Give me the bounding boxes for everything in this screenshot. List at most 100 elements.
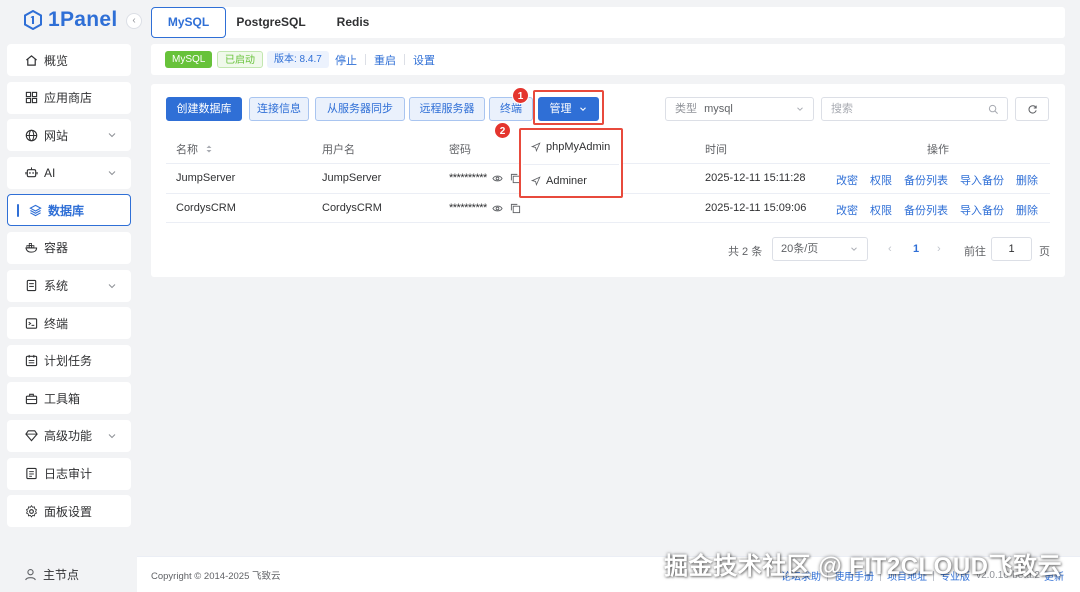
import-backup-button[interactable]: 导入备份 [960, 172, 1004, 188]
table-cell-user: JumpServer [322, 172, 382, 184]
type-filter-select[interactable]: 类型 mysql [665, 97, 814, 121]
goto-page-input[interactable]: 1 [991, 237, 1032, 261]
connection-info-button[interactable]: 连接信息 [249, 97, 309, 121]
column-header-name[interactable]: 名称 [176, 141, 213, 157]
log-icon [24, 467, 38, 481]
sidebar-item-advanced[interactable]: 高级功能 [7, 419, 131, 452]
chevron-down-icon [108, 133, 116, 138]
remote-server-button[interactable]: 远程服务器 [409, 97, 485, 121]
app-name-badge: MySQL [165, 51, 213, 68]
node-label: 主节点 [43, 568, 80, 582]
search-input[interactable]: 搜索 [821, 97, 1008, 121]
delete-button[interactable]: 删除 [1016, 202, 1038, 218]
sync-from-server-button[interactable]: 从服务器同步 [315, 97, 405, 121]
terminal-icon [24, 316, 38, 330]
sidebar-item-label: AI [44, 165, 56, 180]
column-header-password: 密码 [449, 144, 471, 156]
change-password-button[interactable]: 改密 [836, 172, 858, 188]
sidebar-item-label: 系统 [44, 279, 69, 294]
server-icon [24, 279, 38, 293]
table-cell-user: CordysCRM [322, 202, 382, 214]
prev-page-button[interactable]: ‹ [888, 243, 892, 255]
sidebar-item-container[interactable]: 容器 [7, 231, 131, 264]
sidebar-item-database[interactable]: 数据库 [7, 194, 131, 227]
chevron-down-icon [108, 170, 116, 176]
sidebar-menu: 概览 应用商店 网站 AI 数据库 容器 系统 终端 计划任务 工具箱 高级功能… [7, 44, 131, 533]
table-cell-time: 2025-12-11 15:09:06 [705, 202, 807, 214]
step-marker-1: 1 [512, 87, 529, 104]
divider [404, 54, 405, 65]
sidebar-item-label: 应用商店 [44, 91, 93, 106]
table-cell-name: JumpServer [176, 172, 236, 184]
chevron-down-icon [851, 247, 857, 251]
sidebar-item-terminal[interactable]: 终端 [7, 307, 131, 340]
divider [365, 54, 366, 65]
toolbox-icon [24, 391, 38, 405]
permissions-button[interactable]: 权限 [870, 202, 892, 218]
sidebar-item-label: 日志审计 [44, 467, 93, 482]
column-header-label: 名称 [176, 144, 198, 156]
column-header-time: 时间 [705, 144, 727, 156]
collapse-sidebar-button[interactable]: ‹ [126, 13, 142, 29]
goto-label: 前往 [964, 246, 986, 258]
sidebar-item-overview[interactable]: 概览 [7, 44, 131, 76]
calendar-icon [24, 354, 38, 368]
sidebar-item-system[interactable]: 系统 [7, 269, 131, 302]
watermark: 掘金技术社区 @ FIT2CLOUD飞致云 [664, 553, 1062, 580]
table-cell-time: 2025-12-11 15:11:28 [705, 172, 806, 184]
menu-item-label: Adminer [546, 175, 587, 187]
node-switcher[interactable]: 主节点 [24, 566, 79, 583]
sidebar-item-toolbox[interactable]: 工具箱 [7, 382, 131, 415]
eye-icon[interactable] [492, 203, 503, 214]
sidebar-item-audit-log[interactable]: 日志审计 [7, 457, 131, 490]
create-database-button[interactable]: 创建数据库 [166, 97, 242, 121]
menu-item-label: phpMyAdmin [546, 141, 611, 153]
change-password-button[interactable]: 改密 [836, 202, 858, 218]
manage-dropdown-menu: phpMyAdmin Adminer [519, 128, 623, 198]
stop-button[interactable]: 停止 [335, 52, 357, 68]
tab-mysql[interactable]: MySQL [151, 7, 226, 38]
sidebar-item-app-store[interactable]: 应用商店 [7, 81, 131, 114]
chevron-down-icon [108, 434, 116, 439]
tab-redis[interactable]: Redis [326, 7, 380, 38]
sidebar-item-website[interactable]: 网站 [7, 119, 131, 152]
sidebar-item-label: 高级功能 [44, 429, 93, 444]
app-status-bar: MySQL 已启动 版本: 8.4.7 停止 重启 设置 [151, 44, 1065, 75]
sidebar-item-label: 容器 [44, 241, 69, 256]
type-filter-value: mysql [704, 103, 733, 115]
home-icon [24, 53, 38, 67]
docker-icon [24, 241, 38, 255]
user-icon [25, 569, 36, 581]
delete-button[interactable]: 删除 [1016, 172, 1038, 188]
backup-list-button[interactable]: 备份列表 [904, 172, 948, 188]
sidebar-item-label: 工具箱 [44, 391, 81, 406]
refresh-button[interactable] [1015, 97, 1049, 121]
page-size-select[interactable]: 20条/页 [772, 237, 868, 261]
pagination-total: 共 2 条 [728, 246, 763, 258]
chevron-down-icon [797, 107, 803, 111]
diamond-icon [24, 429, 38, 443]
settings-button[interactable]: 设置 [413, 52, 435, 68]
sidebar-item-ai[interactable]: AI [7, 156, 131, 189]
backup-list-button[interactable]: 备份列表 [904, 202, 948, 218]
sidebar-item-panel-settings[interactable]: 面板设置 [7, 495, 131, 528]
logo-icon [24, 10, 42, 30]
current-page[interactable]: 1 [913, 243, 919, 255]
copy-icon[interactable] [510, 203, 521, 214]
divider [166, 222, 1050, 223]
version-badge: 版本: 8.4.7 [267, 51, 329, 68]
divider [523, 164, 619, 165]
sidebar-item-cron[interactable]: 计划任务 [7, 344, 131, 377]
chevron-down-icon [108, 283, 116, 288]
permissions-button[interactable]: 权限 [870, 172, 892, 188]
restart-button[interactable]: 重启 [374, 52, 396, 68]
eye-icon[interactable] [492, 173, 503, 184]
db-type-tabs: MySQL PostgreSQL Redis [151, 7, 1065, 38]
menu-item-adminer[interactable]: Adminer [531, 175, 587, 187]
next-page-button[interactable]: › [937, 243, 941, 255]
logo: 1Panel [24, 8, 118, 32]
import-backup-button[interactable]: 导入备份 [960, 202, 1004, 218]
tab-postgresql[interactable]: PostgreSQL [231, 7, 311, 38]
type-filter-label: 类型 [675, 103, 697, 115]
menu-item-phpmyadmin[interactable]: phpMyAdmin [531, 141, 610, 153]
